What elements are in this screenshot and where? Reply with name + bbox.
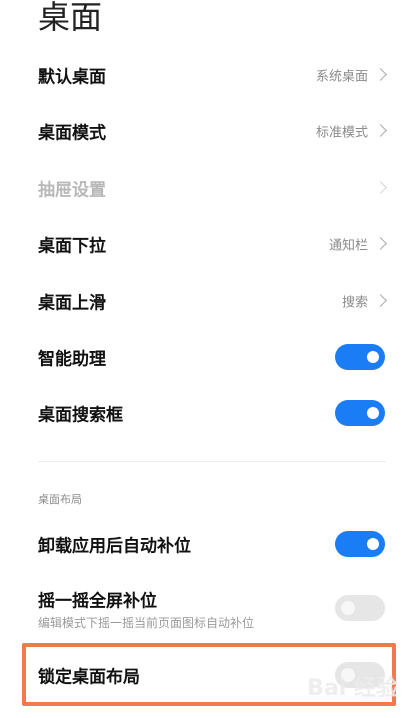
shake-to-fill-description: 编辑模式下摇一摇当前页面图标自动补位 bbox=[38, 616, 255, 630]
desktop-swipe-up-row[interactable]: 桌面上滑 搜索 bbox=[0, 281, 418, 321]
section-divider bbox=[38, 461, 386, 462]
auto-fill-after-uninstall-toggle[interactable] bbox=[335, 531, 385, 557]
shake-to-fill-label: 摇一摇全屏补位 bbox=[38, 591, 157, 612]
page-title: 桌面 bbox=[38, 0, 103, 36]
chevron-right-icon bbox=[374, 124, 387, 137]
drawer-settings-label: 抽屉设置 bbox=[38, 180, 106, 201]
desktop-pull-down-row[interactable]: 桌面下拉 通知栏 bbox=[0, 224, 418, 264]
smart-assistant-label: 智能助理 bbox=[38, 349, 106, 370]
desktop-pull-down-label: 桌面下拉 bbox=[38, 236, 106, 257]
desktop-swipe-up-label: 桌面上滑 bbox=[38, 293, 106, 314]
desktop-search-box-label: 桌面搜索框 bbox=[38, 405, 123, 426]
toggle-knob bbox=[367, 351, 379, 363]
toggle-knob bbox=[341, 601, 355, 615]
chevron-right-icon bbox=[374, 237, 387, 250]
desktop-pull-down-value: 通知栏 bbox=[328, 238, 368, 254]
desktop-search-box-toggle[interactable] bbox=[335, 400, 385, 426]
chevron-right-icon bbox=[374, 68, 387, 81]
desktop-mode-label: 桌面模式 bbox=[38, 123, 106, 144]
default-desktop-row[interactable]: 默认桌面 系统桌面 bbox=[0, 55, 418, 95]
drawer-settings-row: 抽屉设置 bbox=[0, 168, 418, 208]
auto-fill-after-uninstall-label: 卸载应用后自动补位 bbox=[38, 536, 191, 557]
shake-to-fill-row: 摇一摇全屏补位 编辑模式下摇一摇当前页面图标自动补位 bbox=[0, 581, 418, 631]
shake-to-fill-toggle[interactable] bbox=[335, 595, 385, 621]
auto-fill-after-uninstall-row: 卸载应用后自动补位 bbox=[0, 524, 418, 564]
watermark-logo: Bai 经验 bbox=[307, 676, 398, 701]
smart-assistant-row: 智能助理 bbox=[0, 337, 418, 377]
desktop-search-box-row: 桌面搜索框 bbox=[0, 393, 418, 433]
desktop-swipe-up-value: 搜索 bbox=[341, 295, 368, 311]
chevron-right-icon bbox=[374, 294, 387, 307]
default-desktop-label: 默认桌面 bbox=[38, 67, 106, 88]
toggle-knob bbox=[367, 407, 379, 419]
section-header-desktop-layout: 桌面布局 bbox=[38, 493, 82, 506]
smart-assistant-toggle[interactable] bbox=[335, 344, 385, 370]
desktop-mode-row[interactable]: 桌面模式 标准模式 bbox=[0, 111, 418, 151]
toggle-knob bbox=[367, 538, 379, 550]
desktop-mode-value: 标准模式 bbox=[315, 125, 368, 141]
chevron-right-icon bbox=[374, 181, 387, 194]
default-desktop-value: 系统桌面 bbox=[315, 69, 368, 85]
